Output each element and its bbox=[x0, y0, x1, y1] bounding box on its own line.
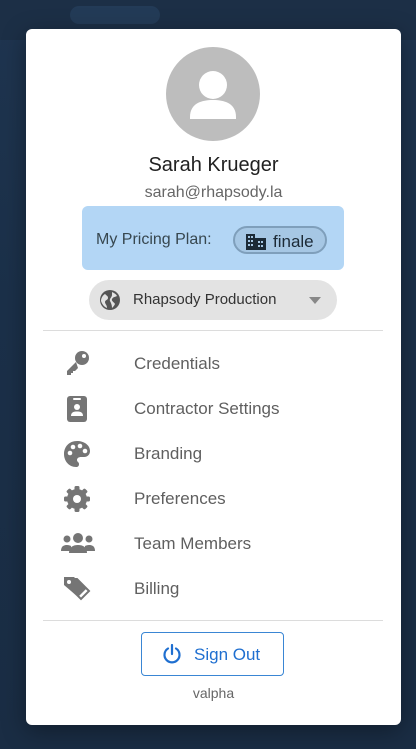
menu-item-label: Billing bbox=[134, 579, 180, 598]
menu-item-label: Credentials bbox=[134, 354, 220, 373]
user-name: Sarah Krueger bbox=[148, 154, 279, 176]
palette-icon bbox=[64, 441, 90, 467]
person-icon bbox=[190, 71, 236, 119]
badge-icon bbox=[67, 396, 87, 422]
sign-out-label: Sign Out bbox=[194, 645, 261, 664]
version-label: valpha bbox=[192, 685, 235, 701]
menu-item-label: Team Members bbox=[134, 534, 252, 553]
organization-name: Rhapsody Production bbox=[133, 291, 277, 308]
building-icon bbox=[246, 234, 266, 250]
tags-icon bbox=[64, 577, 91, 601]
menu-item-billing[interactable]: Billing bbox=[26, 566, 401, 610]
pricing-plan-name: finale bbox=[273, 232, 314, 251]
key-icon bbox=[67, 351, 89, 375]
menu-item-contractor-settings[interactable]: Contractor Settings bbox=[26, 386, 401, 430]
avatar bbox=[166, 47, 260, 141]
pricing-plan-box: My Pricing Plan: finale bbox=[82, 206, 344, 270]
menu-item-label: Branding bbox=[134, 444, 203, 463]
gear-icon bbox=[64, 486, 90, 512]
menu-item-label: Preferences bbox=[134, 489, 226, 508]
divider-top bbox=[43, 330, 383, 331]
divider-bottom bbox=[43, 620, 383, 621]
user-email: sarah@rhapsody.la bbox=[144, 184, 283, 201]
organization-select[interactable]: Rhapsody Production bbox=[89, 280, 337, 320]
menu-item-label: Contractor Settings bbox=[134, 399, 280, 418]
menu-item-credentials[interactable]: Credentials bbox=[26, 341, 401, 385]
menu-item-preferences[interactable]: Preferences bbox=[26, 476, 401, 520]
menu-item-team-members[interactable]: Team Members bbox=[26, 521, 401, 565]
group-icon bbox=[61, 533, 95, 553]
account-menu-popover: Sarah Krueger sarah@rhapsody.la My Prici… bbox=[26, 29, 401, 725]
pricing-plan-chip[interactable]: finale bbox=[233, 226, 327, 254]
globe-icon bbox=[100, 290, 120, 310]
backdrop-blur-element bbox=[70, 6, 160, 24]
caret-down-icon bbox=[309, 297, 321, 304]
pricing-plan-label: My Pricing Plan: bbox=[96, 231, 212, 248]
menu-item-branding[interactable]: Branding bbox=[26, 431, 401, 475]
power-icon bbox=[163, 644, 181, 664]
sign-out-button[interactable]: Sign Out bbox=[141, 632, 284, 676]
